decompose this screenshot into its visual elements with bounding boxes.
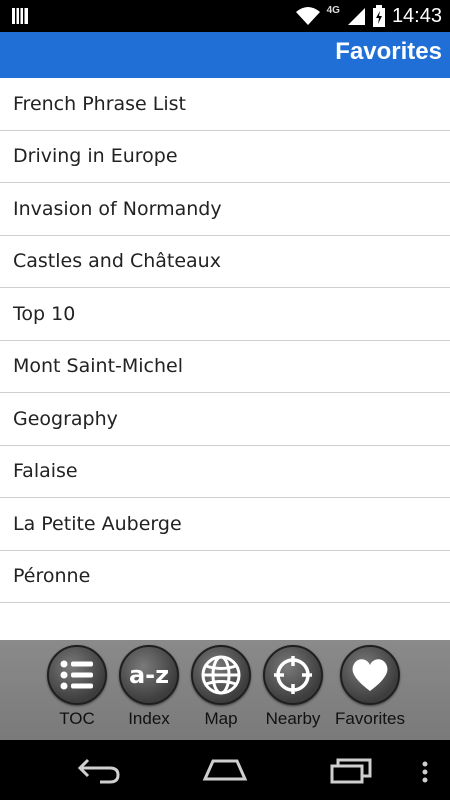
toc-button[interactable]: TOC	[41, 645, 113, 729]
signal-icon	[347, 8, 365, 25]
system-nav-bar	[0, 740, 450, 800]
a-z-icon: a-z	[119, 645, 179, 705]
list-item[interactable]: Invasion of Normandy	[0, 183, 450, 236]
heart-icon	[340, 645, 400, 705]
nearby-label: Nearby	[265, 709, 321, 728]
list-item[interactable]: French Phrase List	[0, 78, 450, 131]
list-item[interactable]: Falaise	[0, 446, 450, 498]
battery-icon	[372, 5, 385, 27]
favorites-label: Favorites	[335, 709, 405, 728]
clock: 14:43	[391, 4, 442, 27]
list-item[interactable]: Mont Saint-Michel	[0, 341, 450, 393]
status-bar: 4G 14:43	[0, 0, 450, 32]
map-label: Map	[204, 709, 238, 728]
favorites-list: French Phrase List Driving in Europe Inv…	[0, 78, 450, 603]
globe-icon	[191, 645, 251, 705]
bottom-toolbar: TOC a-z Index Map Nearby Favorites	[0, 640, 450, 740]
back-icon[interactable]	[76, 756, 122, 784]
list-item[interactable]: Castles and Châteaux	[0, 236, 450, 288]
page-title: Favorites	[335, 38, 442, 65]
index-label: Index	[128, 709, 170, 728]
list-item[interactable]: Top 10	[0, 288, 450, 341]
title-bar: Favorites	[0, 32, 450, 78]
map-button[interactable]: Map	[185, 645, 257, 729]
crosshair-icon	[263, 645, 323, 705]
network-type-label: 4G	[326, 4, 340, 16]
overflow-menu-icon[interactable]	[420, 760, 430, 784]
toc-label: TOC	[59, 709, 95, 728]
list-icon	[47, 645, 107, 705]
home-icon[interactable]	[201, 758, 249, 782]
list-item[interactable]: Péronne	[0, 551, 450, 603]
list-item[interactable]: Geography	[0, 393, 450, 446]
list-item[interactable]: Driving in Europe	[0, 131, 450, 183]
favorites-button[interactable]: Favorites	[332, 645, 408, 729]
a-z-glyph: a-z	[128, 661, 170, 689]
recent-apps-icon[interactable]	[328, 756, 374, 784]
notification-icon	[12, 8, 28, 24]
index-button[interactable]: a-z Index	[113, 645, 185, 729]
wifi-icon	[295, 7, 320, 25]
nearby-button[interactable]: Nearby	[257, 645, 329, 729]
list-item[interactable]: La Petite Auberge	[0, 498, 450, 551]
